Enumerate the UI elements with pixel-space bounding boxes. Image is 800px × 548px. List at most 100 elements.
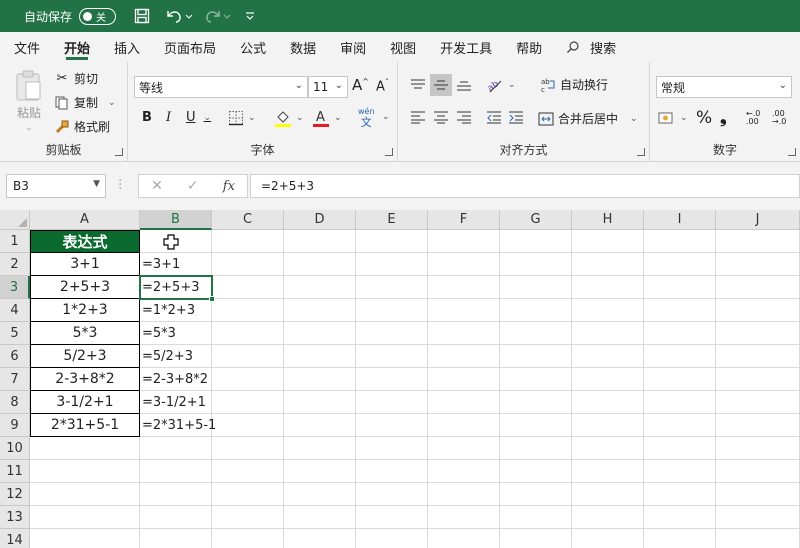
decrease-font-button[interactable]: Aˇ <box>376 78 389 94</box>
font-size-select[interactable]: 11 ⌄ <box>308 76 348 98</box>
undo-icon[interactable] <box>164 6 194 26</box>
row-header-3[interactable]: 3 <box>0 276 30 299</box>
row-header-9[interactable]: 9 <box>0 414 30 437</box>
column-header-a[interactable]: A <box>30 210 140 230</box>
row-header-12[interactable]: 12 <box>0 483 30 506</box>
align-middle-button[interactable] <box>430 74 452 96</box>
column-header-b[interactable]: B <box>140 210 212 230</box>
cell-b2[interactable]: =3+1 <box>140 253 180 276</box>
comma-style-button[interactable]: ❟ <box>720 108 727 128</box>
column-header-f[interactable]: F <box>428 210 500 230</box>
accounting-format-button[interactable]: ⌄ <box>658 110 688 126</box>
cell-a6[interactable]: 5/2+3 <box>30 345 140 368</box>
cell-a3[interactable]: 2+5+3 <box>30 276 140 299</box>
column-header-h[interactable]: H <box>572 210 644 230</box>
row-header-7[interactable]: 7 <box>0 368 30 391</box>
alignment-launcher[interactable] <box>637 148 645 156</box>
font-name-select[interactable]: 等线 ⌄ <box>134 76 308 98</box>
formula-input[interactable]: =2+5+3 <box>250 174 800 198</box>
menu-data[interactable]: 数据 <box>278 32 328 62</box>
row-header-10[interactable]: 10 <box>0 437 30 460</box>
menu-review[interactable]: 审阅 <box>328 32 378 62</box>
decrease-decimal-button[interactable]: .00 →.0 <box>772 110 786 126</box>
row-header-2[interactable]: 2 <box>0 253 30 276</box>
tell-me-search[interactable]: 搜索 <box>566 38 616 57</box>
drag-handle-icon[interactable]: · · · <box>118 174 122 196</box>
row-header-13[interactable]: 13 <box>0 506 30 529</box>
merge-center-button[interactable]: 合并后居中 ⌄ <box>538 110 638 127</box>
underline-button[interactable]: U ⌄ <box>186 110 211 125</box>
chevron-down-icon[interactable]: ⌄ <box>382 112 390 122</box>
column-header-j[interactable]: J <box>716 210 800 230</box>
format-painter-button[interactable]: 格式刷 <box>54 118 110 135</box>
cell-a8[interactable]: 3-1/2+1 <box>30 391 140 414</box>
cell-a7[interactable]: 2-3+8*2 <box>30 368 140 391</box>
row-header-6[interactable]: 6 <box>0 345 30 368</box>
menu-formulas[interactable]: 公式 <box>228 32 278 62</box>
row-header-4[interactable]: 4 <box>0 299 30 322</box>
menu-home[interactable]: 开始 <box>52 32 102 62</box>
number-format-select[interactable]: 常规 ⌄ <box>656 76 792 98</box>
borders-button[interactable]: ⌄ <box>228 110 256 126</box>
cell-b6[interactable]: =5/2+3 <box>140 345 193 368</box>
spreadsheet-grid[interactable]: ABCDEFGHIJ 1 2 3 4 5 6 7 8 9 10 11 12 13 14 表达式 3+1 =3+… <box>0 210 800 548</box>
align-left-button[interactable] <box>410 110 426 124</box>
redo-icon[interactable] <box>202 6 232 26</box>
row-header-1[interactable]: 1 <box>0 230 30 253</box>
column-header-i[interactable]: I <box>644 210 716 230</box>
cell-a9[interactable]: 2*31+5-1 <box>30 414 140 437</box>
enter-icon[interactable]: ✓ <box>187 178 199 194</box>
cell-b7[interactable]: =2-3+8*2 <box>140 368 208 391</box>
align-bottom-button[interactable] <box>456 78 472 92</box>
select-all-corner[interactable] <box>0 210 30 230</box>
row-header-11[interactable]: 11 <box>0 460 30 483</box>
increase-indent-button[interactable] <box>508 110 524 124</box>
italic-button[interactable]: I <box>166 110 171 125</box>
increase-decimal-button[interactable]: ←.0.00 <box>746 110 760 126</box>
column-header-d[interactable]: D <box>284 210 356 230</box>
font-launcher[interactable] <box>385 148 393 156</box>
cut-button[interactable]: ✂ 剪切 <box>54 70 98 87</box>
autosave-toggle[interactable]: 关 <box>79 7 117 25</box>
cell-a2[interactable]: 3+1 <box>30 253 140 276</box>
clipboard-launcher[interactable] <box>115 148 123 156</box>
number-launcher[interactable] <box>788 148 796 156</box>
insert-function-icon[interactable]: fx <box>223 179 235 194</box>
decrease-indent-button[interactable] <box>486 110 502 124</box>
increase-font-button[interactable]: A^ <box>352 76 369 94</box>
name-box[interactable]: B3 ▼ <box>6 174 106 198</box>
cell-b8[interactable]: =3-1/2+1 <box>140 391 206 414</box>
phonetic-button[interactable]: wén 文 <box>358 106 375 128</box>
row-header-14[interactable]: 14 <box>0 529 30 548</box>
copy-button[interactable]: 复制 ⌄ <box>54 94 116 111</box>
font-color-button[interactable]: A ⌄ <box>312 108 342 128</box>
fill-color-button[interactable]: ⌄ <box>274 108 304 128</box>
menu-view[interactable]: 视图 <box>378 32 428 62</box>
menu-page-layout[interactable]: 页面布局 <box>152 32 228 62</box>
cell-b5[interactable]: =5*3 <box>140 322 176 345</box>
bold-button[interactable]: B <box>142 110 152 125</box>
align-top-button[interactable] <box>410 78 426 92</box>
save-icon[interactable] <box>132 6 152 26</box>
orientation-button[interactable]: ab ⌄ <box>486 76 516 94</box>
menu-developer[interactable]: 开发工具 <box>428 32 504 62</box>
cell-a5[interactable]: 5*3 <box>30 322 140 345</box>
cell-a1-header[interactable]: 表达式 <box>30 230 140 253</box>
paste-button[interactable]: 粘贴 ⌄ <box>14 70 44 133</box>
cell-a4[interactable]: 1*2+3 <box>30 299 140 322</box>
wrap-text-button[interactable]: ab c 自动换行 <box>540 76 608 93</box>
row-header-8[interactable]: 8 <box>0 391 30 414</box>
cell-b9[interactable]: =2*31+5-1 <box>140 414 216 437</box>
column-header-c[interactable]: C <box>212 210 284 230</box>
row-header-5[interactable]: 5 <box>0 322 30 345</box>
cell-b4[interactable]: =1*2+3 <box>140 299 195 322</box>
column-header-e[interactable]: E <box>356 210 428 230</box>
customize-toolbar-icon[interactable] <box>240 6 260 26</box>
menu-insert[interactable]: 插入 <box>102 32 152 62</box>
menu-help[interactable]: 帮助 <box>504 32 554 62</box>
percent-button[interactable]: % <box>696 108 712 128</box>
cancel-icon[interactable]: ✕ <box>151 178 163 194</box>
column-header-g[interactable]: G <box>500 210 572 230</box>
align-right-button[interactable] <box>456 110 472 124</box>
fill-handle[interactable] <box>209 296 215 302</box>
